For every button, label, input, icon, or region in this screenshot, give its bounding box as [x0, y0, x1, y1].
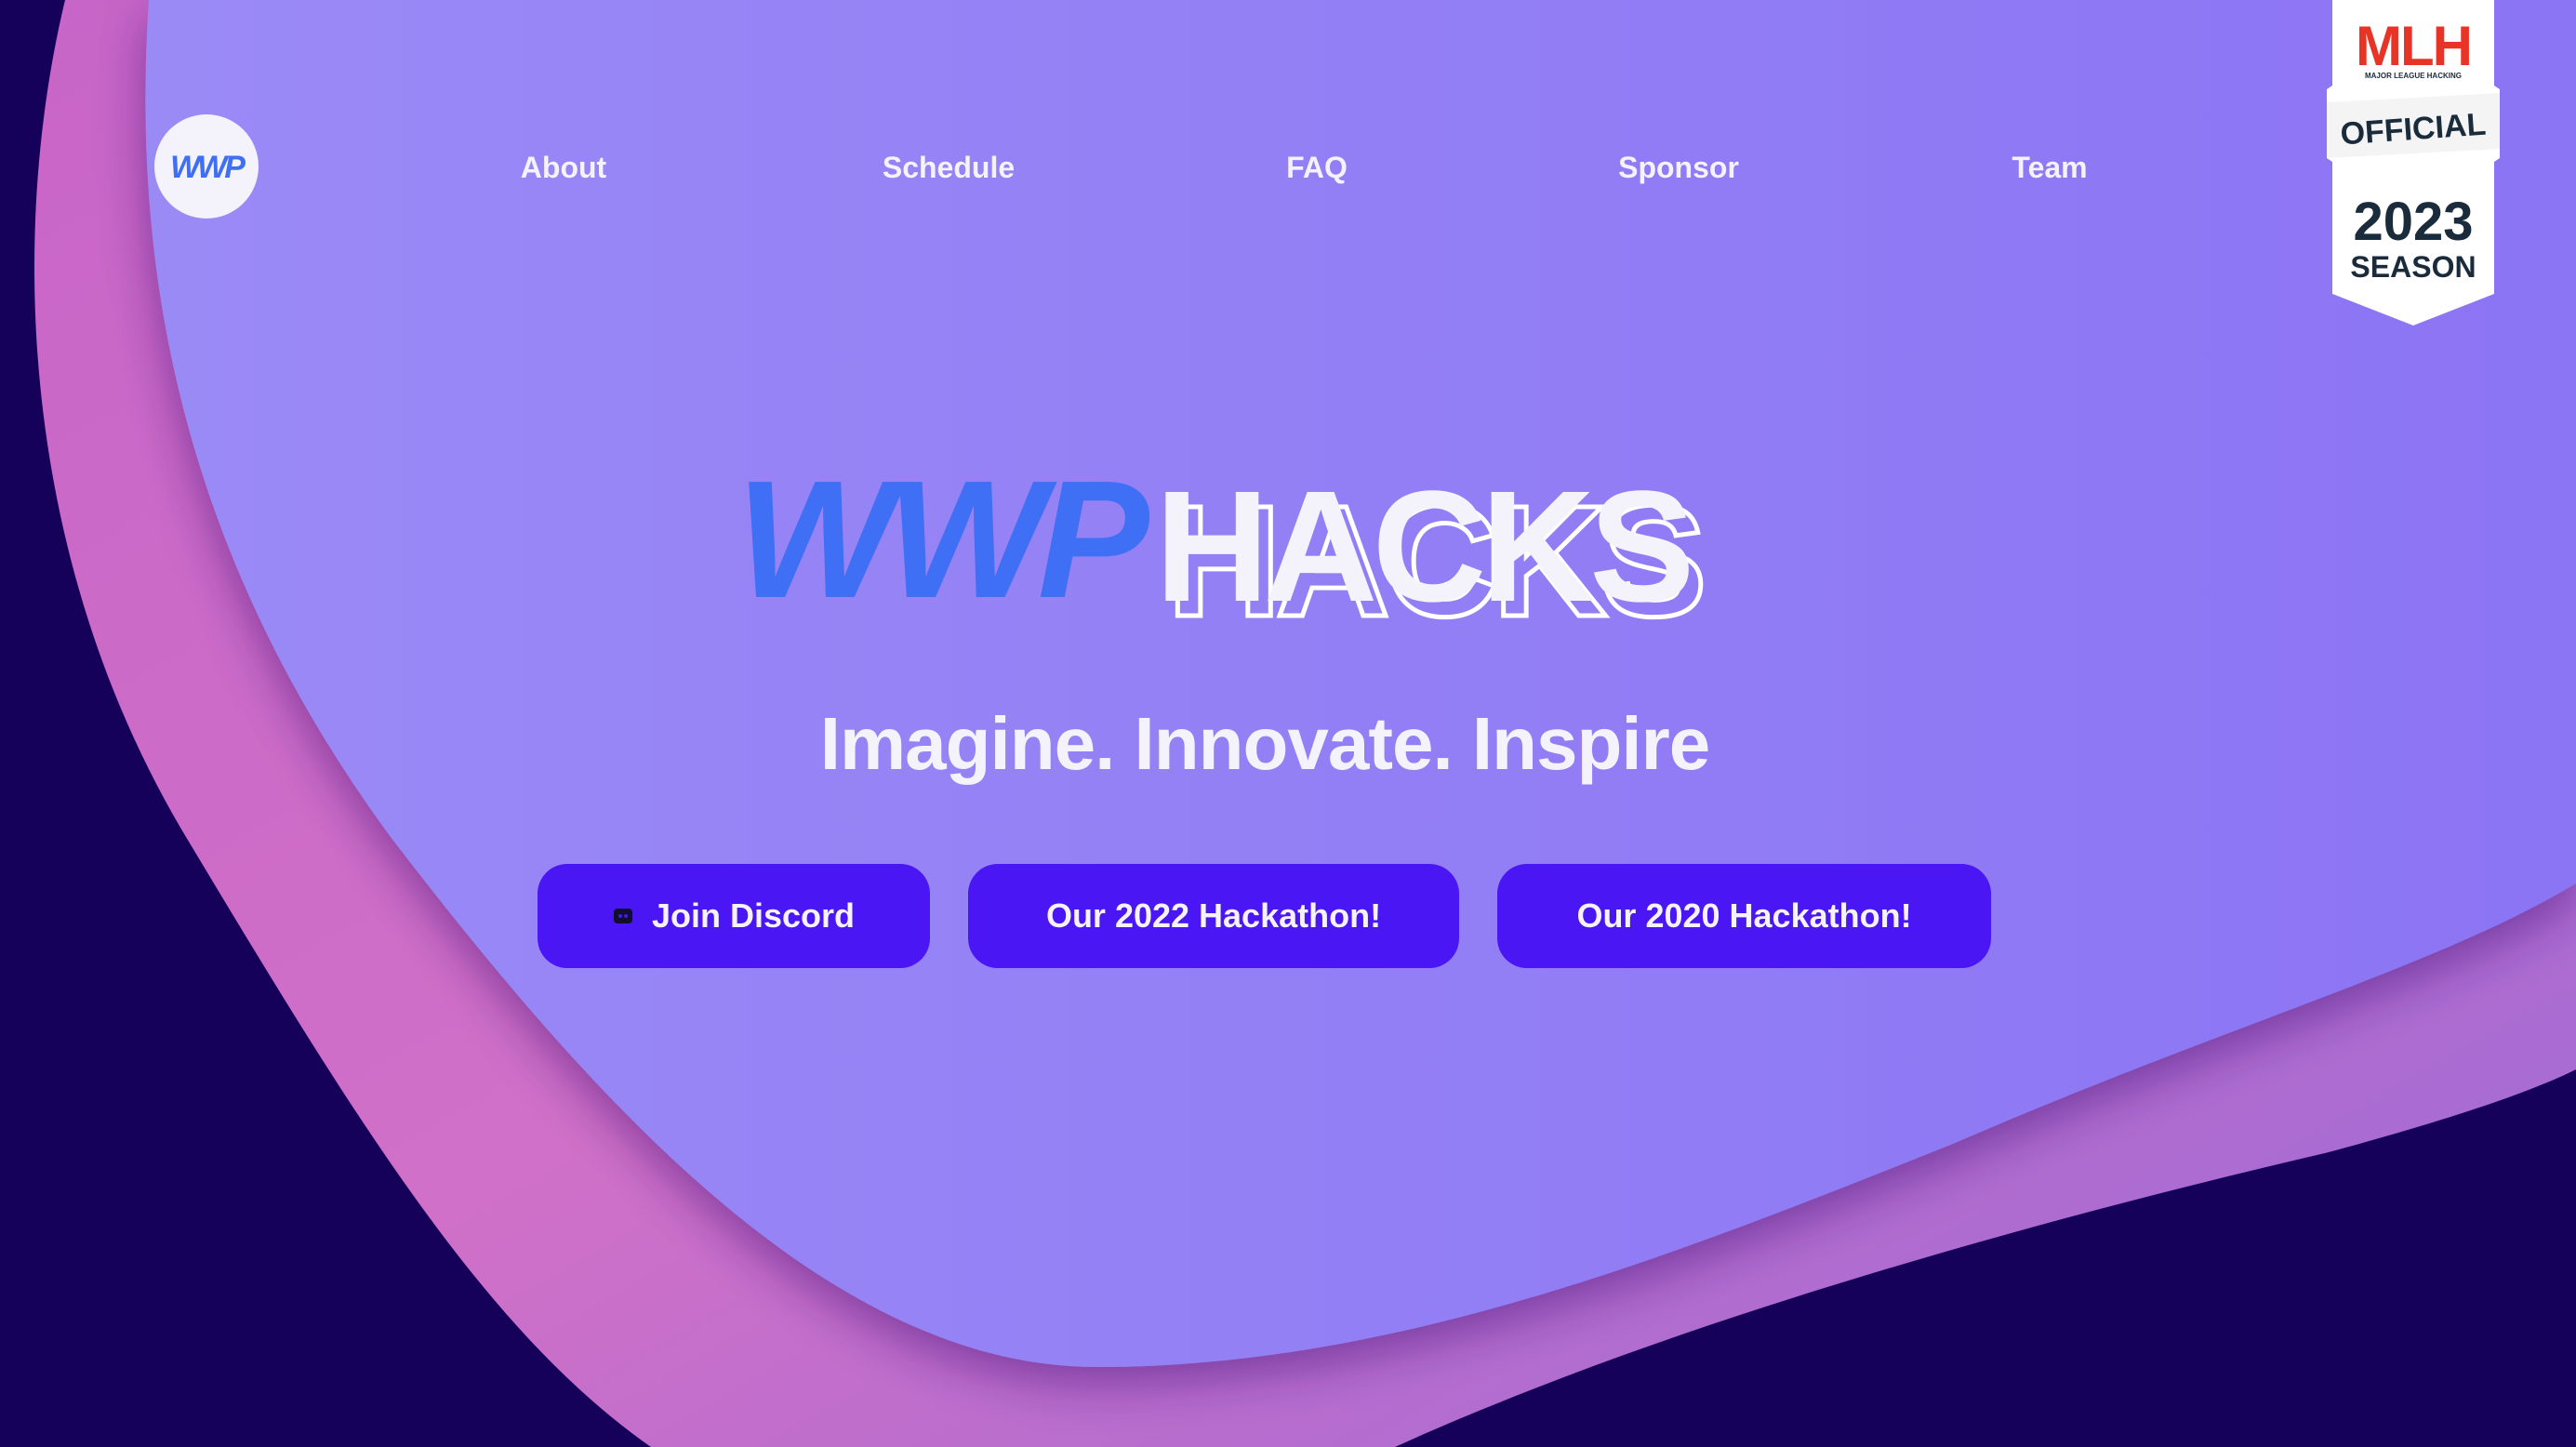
- mlh-logo-text: MLH: [2356, 15, 2471, 77]
- site-logo[interactable]: WWP: [154, 114, 259, 219]
- discord-icon: [613, 909, 632, 923]
- join-discord-button[interactable]: Join Discord: [538, 864, 930, 968]
- hackathon-2022-label: Our 2022 Hackathon!: [1045, 896, 1382, 935]
- hero-logo: WWP HACKS HACKS: [737, 452, 1709, 629]
- hero-logo-wwp: WWP: [737, 452, 1150, 629]
- hackathon-2020-label: Our 2020 Hackathon!: [1576, 896, 1912, 935]
- hackathon-2022-button[interactable]: Our 2022 Hackathon!: [968, 864, 1459, 968]
- mlh-year-text: 2023: [2353, 192, 2473, 252]
- nav-link-team[interactable]: Team: [2012, 147, 2087, 188]
- nav-link-sponsor[interactable]: Sponsor: [1618, 147, 1739, 188]
- mlh-subtitle: MAJOR LEAGUE HACKING: [2365, 72, 2462, 80]
- hackathon-2020-button[interactable]: Our 2020 Hackathon!: [1497, 864, 1991, 968]
- nav-link-schedule[interactable]: Schedule: [883, 147, 1015, 188]
- svg-text:WWP: WWP: [170, 150, 246, 185]
- mlh-season-text: SEASON: [2350, 250, 2476, 284]
- nav-link-about[interactable]: About: [521, 147, 606, 188]
- wwp-logo-icon: WWP: [170, 150, 248, 185]
- nav-link-faq[interactable]: FAQ: [1286, 147, 1348, 188]
- hero-logo-hacks: HACKS: [1155, 458, 1689, 629]
- hero-tagline: Imagine. Innovate. Inspire: [819, 702, 1710, 785]
- mlh-official-badge[interactable]: MLH MAJOR LEAGUE HACKING OFFICIAL 2023 S…: [2323, 0, 2503, 327]
- join-discord-label: Join Discord: [651, 896, 856, 935]
- page: WWP About Schedule FAQ Sponsor Team MLH …: [0, 0, 2576, 1447]
